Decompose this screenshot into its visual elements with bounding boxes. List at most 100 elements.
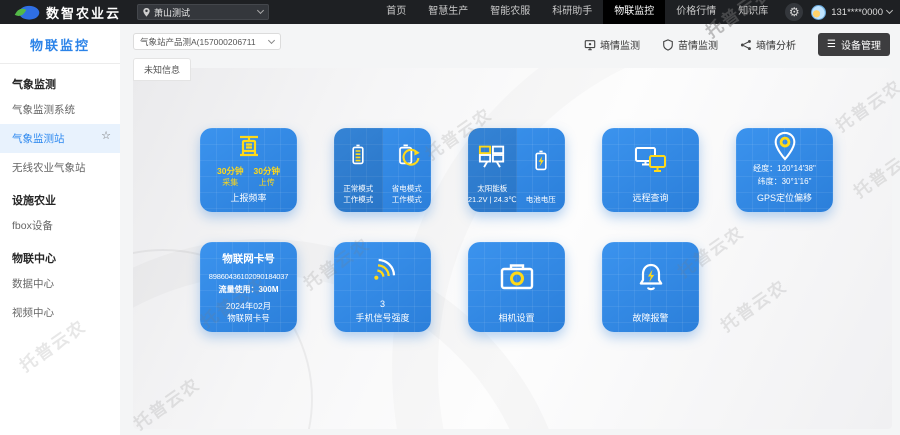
solar-panel-label: 太阳能板 (477, 184, 507, 193)
card-footer: GPS定位偏移 (757, 191, 812, 212)
sidebar-item-wireless-weather-station[interactable]: 无线农业气象站 (0, 153, 120, 182)
nav-item-price[interactable]: 价格行情 (665, 0, 727, 24)
upload-interval-label: 上传 (254, 177, 280, 188)
battery-eco-icon (393, 140, 421, 170)
gps-longitude: 经度：120°14'38" (753, 163, 816, 176)
battery-normal-icon (346, 140, 370, 170)
normal-mode-half[interactable]: 正常模式 工作模式 (334, 128, 383, 212)
user-cluster: ⚙ 131****0000 (785, 3, 892, 21)
remote-monitors-icon (633, 144, 669, 176)
iot-card-title: 物联网卡号 (222, 251, 275, 266)
sidebar-item-fbox-device[interactable]: fbox设备 (0, 211, 120, 240)
card-work-mode[interactable]: 正常模式 工作模式 (334, 128, 431, 212)
card-footer: 故障报警 (632, 311, 668, 332)
card-remote-query[interactable]: 远程查询 (602, 128, 699, 212)
seedling-monitor-button[interactable]: 苗情监测 (662, 37, 718, 52)
iot-card-number: 89860436102090184037 (209, 272, 288, 281)
card-footer: 手机信号强度 (355, 311, 409, 332)
soil-analysis-label: 墒情分析 (756, 37, 796, 52)
sidebar-item-data-center[interactable]: 数据中心 (0, 269, 120, 298)
eco-mode-line2: 工作模式 (392, 195, 422, 204)
device-select-value: 气象站产品测A(157000206711 (140, 36, 269, 48)
card-signal-strength[interactable]: 3 手机信号强度 (334, 242, 431, 332)
battery-voltage-half[interactable]: 电池电压 (517, 128, 566, 212)
nav-item-smart-production[interactable]: 智慧生产 (417, 0, 479, 24)
sidebar: 物联监控 气象监测 气象监测系统 气象监测站 ☆ 无线农业气象站 设施农业 fb… (0, 24, 120, 435)
main-nav: 首页 智慧生产 智能农服 科研助手 物联监控 价格行情 知识库 (375, 0, 779, 24)
solar-panel-icon (476, 141, 508, 169)
app-title: 数智农业云 (46, 3, 121, 22)
location-select[interactable]: 萧山测试 (137, 4, 269, 20)
favorite-star-icon[interactable]: ☆ (101, 129, 111, 142)
soil-monitor-button[interactable]: 墒情监测 (584, 37, 640, 52)
card-row-1: 30分钟 采集 30分钟 上传 上报频率 (200, 128, 892, 212)
card-camera-settings[interactable]: 相机设置 (468, 242, 565, 332)
settings-gear-icon[interactable]: ⚙ (785, 3, 803, 21)
solar-panel-half[interactable]: 太阳能板 21.2V | 24.3℃ (468, 128, 517, 212)
alarm-bell-icon (636, 261, 666, 293)
menu-icon: ☰ (827, 39, 836, 50)
normal-mode-line1: 正常模式 (343, 184, 373, 193)
nav-item-research-assistant[interactable]: 科研助手 (541, 0, 603, 24)
nav-item-smart-agriservice[interactable]: 智能农服 (479, 0, 541, 24)
user-chevron-down-icon[interactable] (886, 7, 893, 14)
monitor-icon (584, 39, 596, 51)
location-pin-icon (771, 130, 799, 162)
iot-card-month: 2024年02月 (226, 300, 271, 312)
avatar[interactable] (811, 5, 826, 20)
main-content: 气象站产品测A(157000206711 墒情监测 苗情监测 (120, 24, 900, 435)
nav-item-iot-monitor[interactable]: 物联监控 (603, 0, 665, 24)
user-phone: 131****0000 (831, 7, 883, 18)
content-header: 气象站产品测A(157000206711 墒情监测 苗情监测 (120, 24, 900, 56)
sidebar-item-weather-station[interactable]: 气象监测站 ☆ (0, 124, 120, 153)
location-label: 萧山测试 (154, 6, 258, 19)
battery-charge-icon (529, 146, 553, 176)
soil-monitor-label: 墒情监测 (600, 37, 640, 52)
content-toolbar: 墒情监测 苗情监测 墒情分析 ☰ 设备管理 (562, 33, 890, 56)
wifi-signal-icon (366, 255, 400, 287)
card-footer: 远程查询 (632, 191, 668, 212)
share-analysis-icon (740, 39, 752, 51)
device-cards: 30分钟 采集 30分钟 上传 上报频率 (200, 128, 892, 362)
logo-cloud-icon (14, 3, 40, 21)
card-power[interactable]: 太阳能板 21.2V | 24.3℃ (468, 128, 565, 212)
eco-mode-line1: 省电模式 (392, 184, 422, 193)
card-fault-alarm[interactable]: 故障报警 (602, 242, 699, 332)
card-iot-number[interactable]: 物联网卡号 89860436102090184037 流量使用：300M 202… (200, 242, 297, 332)
card-footer: 物联网卡号 (227, 312, 270, 332)
signal-value: 3 (380, 299, 385, 309)
dashboard-panel: 30分钟 采集 30分钟 上传 上报频率 (133, 68, 892, 429)
device-manage-button[interactable]: ☰ 设备管理 (818, 33, 890, 56)
battery-voltage-label: 电池电压 (526, 195, 556, 204)
seedling-monitor-label: 苗情监测 (678, 37, 718, 52)
soil-analysis-button[interactable]: 墒情分析 (740, 37, 796, 52)
normal-mode-line2: 工作模式 (343, 195, 373, 204)
device-manage-label: 设备管理 (841, 37, 881, 52)
camera-icon (499, 261, 535, 293)
sidebar-title: 物联监控 (0, 24, 120, 63)
nav-item-knowledge[interactable]: 知识库 (727, 0, 779, 24)
eco-mode-half[interactable]: 省电模式 工作模式 (383, 128, 432, 212)
card-footer: 相机设置 (498, 311, 534, 332)
shield-icon (662, 39, 674, 51)
sidebar-item-video-center[interactable]: 视频中心 (0, 298, 120, 327)
info-tab[interactable]: 未知信息 (133, 58, 191, 81)
sidebar-group-weather: 气象监测 (0, 66, 120, 95)
card-footer: 上报频率 (230, 191, 266, 212)
card-report-frequency[interactable]: 30分钟 采集 30分钟 上传 上报频率 (200, 128, 297, 212)
chevron-down-icon (257, 7, 264, 14)
nav-item-home[interactable]: 首页 (375, 0, 417, 24)
chevron-down-icon (268, 36, 275, 43)
sidebar-group-iot-center: 物联中心 (0, 240, 120, 269)
sidebar-item-weather-system[interactable]: 气象监测系统 (0, 95, 120, 124)
sidebar-item-label: 气象监测站 (12, 133, 65, 145)
divider (0, 63, 120, 64)
top-navbar: 数智农业云 萧山测试 首页 智慧生产 智能农服 科研助手 物联监控 价格行情 知… (0, 0, 900, 24)
data-logger-icon (234, 133, 264, 161)
location-pin-icon (143, 8, 150, 17)
card-gps[interactable]: 经度：120°14'38" 纬度：30°1'16" GPS定位偏移 (736, 128, 833, 212)
device-select[interactable]: 气象站产品测A(157000206711 (133, 33, 281, 50)
collect-interval-value: 30分钟 (217, 165, 243, 177)
solar-panel-values: 21.2V | 24.3℃ (468, 195, 517, 204)
gps-latitude: 纬度：30°1'16" (753, 176, 816, 189)
